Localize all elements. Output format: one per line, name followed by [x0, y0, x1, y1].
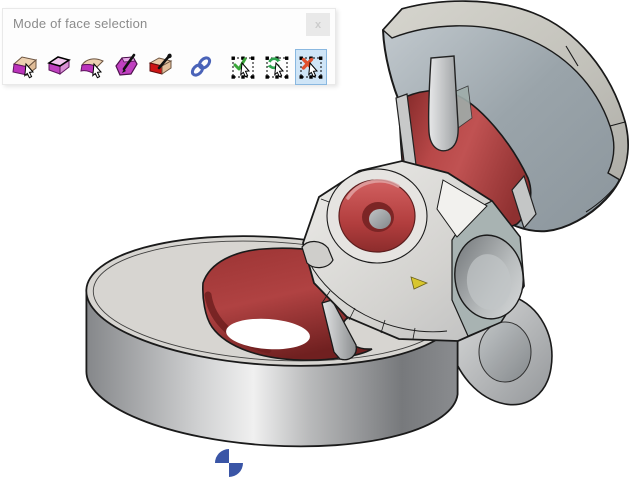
- invert-selection-icon: [264, 53, 290, 81]
- apply-selection-icon: [230, 53, 256, 81]
- panel-title: Mode of face selection: [13, 16, 147, 31]
- select-face-loop-button[interactable]: [77, 49, 109, 85]
- link-selection-button[interactable]: [185, 49, 217, 85]
- pick-face-color-button[interactable]: [145, 49, 177, 85]
- bearing-hole-bottom: [369, 209, 391, 229]
- select-plane-face-button[interactable]: [43, 49, 75, 85]
- paint-face-icon: [114, 53, 140, 81]
- paint-face-button[interactable]: [111, 49, 143, 85]
- face-selection-panel: Mode of face selection x: [2, 8, 336, 85]
- select-face-loop-icon: [80, 53, 106, 81]
- pick-face-color-icon: [148, 53, 174, 81]
- center-of-mass-symbol: [215, 449, 243, 477]
- cad-workspace: Mode of face selection x: [0, 0, 636, 480]
- apply-selection-button[interactable]: [227, 49, 259, 85]
- close-button[interactable]: x: [306, 13, 330, 36]
- link-selection-icon: [188, 53, 214, 81]
- toolbar-row: [8, 49, 328, 85]
- select-face-button[interactable]: [9, 49, 41, 85]
- cancel-selection-icon: [298, 53, 324, 81]
- cancel-selection-button[interactable]: [295, 49, 327, 85]
- select-face-icon: [12, 53, 38, 81]
- lobe-recess: [479, 322, 531, 382]
- invert-selection-button[interactable]: [261, 49, 293, 85]
- select-plane-face-icon: [46, 53, 72, 81]
- shaft-keyway-slot[interactable]: [429, 56, 459, 151]
